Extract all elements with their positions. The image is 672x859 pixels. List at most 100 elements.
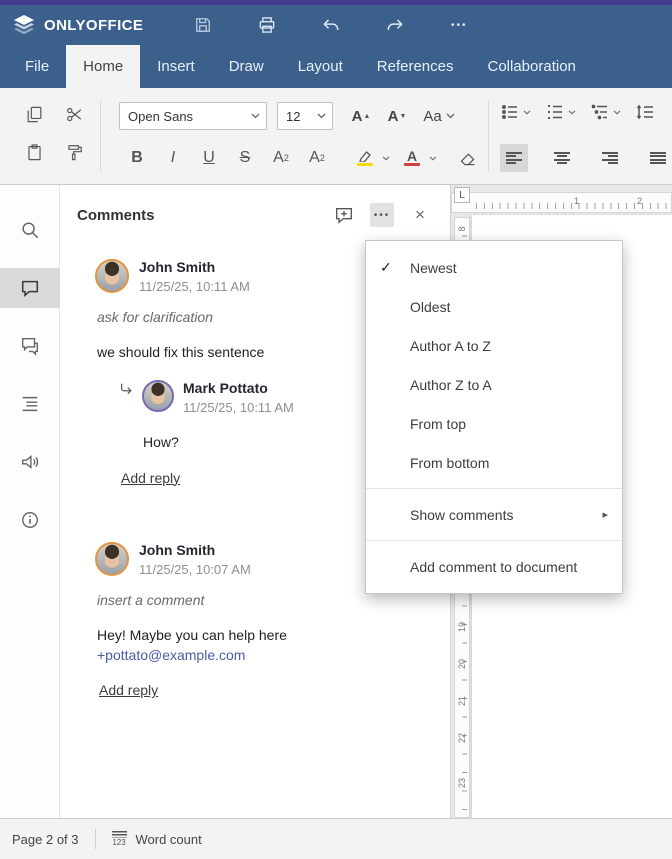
align-left-button[interactable]: [500, 144, 528, 172]
chevron-down-icon: [446, 113, 455, 119]
line-spacing-icon: [636, 104, 653, 120]
clipboard-group: [14, 100, 94, 176]
up-arrow-icon: ▲: [363, 112, 371, 120]
menu-item-author-z-a[interactable]: Author Z to A: [366, 365, 622, 404]
decrease-font-button[interactable]: A ▼: [383, 102, 411, 130]
chat-panel-button[interactable]: [0, 326, 60, 366]
bullets-button[interactable]: [500, 102, 531, 122]
numbered-list-icon: [548, 105, 562, 119]
redo-button[interactable]: [383, 13, 407, 37]
add-comment-icon: [336, 207, 352, 224]
close-panel-button[interactable]: ×: [408, 203, 432, 227]
copy-button[interactable]: [14, 100, 54, 128]
undo-button[interactable]: [319, 13, 343, 37]
tab-home[interactable]: Home: [66, 45, 141, 88]
comments-panel-title: Comments: [77, 206, 155, 224]
chat-icon: [22, 338, 38, 356]
tab-layout[interactable]: Layout: [281, 45, 360, 88]
horizontal-ruler[interactable]: 1 2: [451, 192, 672, 213]
font-name-combo[interactable]: [119, 102, 267, 130]
navigation-panel-button[interactable]: [0, 384, 60, 424]
clear-style-button[interactable]: [453, 144, 481, 172]
menu-item-oldest[interactable]: Oldest: [366, 287, 622, 326]
align-justify-button[interactable]: [644, 144, 672, 172]
mention-link[interactable]: +pottato@example.com: [97, 647, 245, 663]
word-count-label[interactable]: Word count: [136, 832, 202, 847]
line-spacing-button[interactable]: [635, 102, 655, 122]
cut-button[interactable]: [54, 100, 94, 128]
tab-file[interactable]: File: [8, 45, 66, 88]
chevron-down-icon[interactable]: [382, 155, 390, 161]
menu-item-author-a-z[interactable]: Author A to Z: [366, 326, 622, 365]
chevron-down-icon[interactable]: [251, 113, 260, 119]
menu-separator: [366, 540, 622, 541]
chevron-down-icon[interactable]: [429, 155, 437, 161]
comment-author: John Smith: [139, 259, 216, 275]
tab-draw[interactable]: Draw: [212, 45, 281, 88]
add-reply-link[interactable]: Add reply: [99, 682, 158, 698]
underline-button[interactable]: U: [195, 144, 223, 172]
reply-author: Mark Pottato: [183, 380, 268, 397]
menu-item-from-top[interactable]: From top: [366, 404, 622, 443]
search-icon: [22, 222, 39, 239]
menu-item-from-bottom[interactable]: From bottom: [366, 443, 622, 482]
highlight-color-button[interactable]: [351, 144, 390, 172]
comments-sort-button[interactable]: •••: [370, 203, 394, 227]
print-button[interactable]: [255, 13, 279, 37]
app-window: ONLYOFFICE ••• File Home Insert Draw Lay…: [0, 0, 672, 859]
ruler-number: 20: [457, 659, 467, 670]
numbering-button[interactable]: [545, 102, 576, 122]
print-icon: [259, 17, 275, 33]
menu-item-show-comments[interactable]: Show comments ▸: [366, 495, 622, 534]
font-color-button[interactable]: A: [398, 144, 437, 172]
font-size-input[interactable]: [286, 108, 313, 124]
strikethrough-button[interactable]: S: [231, 144, 259, 172]
italic-button[interactable]: I: [159, 144, 187, 172]
font-name-input[interactable]: [128, 108, 247, 124]
change-case-button[interactable]: Aa: [417, 102, 461, 130]
ruler-number: 19: [457, 622, 467, 633]
comment-timestamp: 11/25/25, 10:11 AM: [139, 279, 250, 294]
add-reply-link[interactable]: Add reply: [121, 470, 180, 486]
tab-insert[interactable]: Insert: [140, 45, 212, 88]
word-count-icon[interactable]: 123: [111, 831, 127, 847]
align-center-button[interactable]: [548, 144, 576, 172]
paste-button[interactable]: [14, 138, 54, 166]
multilevel-list-button[interactable]: [590, 102, 621, 122]
page-indicator[interactable]: Page 2 of 3: [12, 832, 79, 847]
avatar: [95, 541, 129, 576]
align-left-icon: [506, 151, 522, 165]
copy-style-button[interactable]: [54, 138, 94, 166]
more-dots-icon: •••: [373, 209, 391, 221]
add-comment-button[interactable]: [332, 203, 356, 227]
align-right-button[interactable]: [596, 144, 624, 172]
reply-arrow-icon: [121, 384, 132, 395]
superscript-button[interactable]: A2: [267, 144, 295, 172]
subscript-button[interactable]: A2: [303, 144, 331, 172]
about-panel-button[interactable]: [0, 500, 60, 540]
font-size-combo[interactable]: [277, 102, 333, 130]
ruler-number: 23: [457, 778, 467, 789]
comments-panel-button[interactable]: [0, 268, 60, 308]
close-icon: ×: [415, 205, 425, 224]
menu-separator: [366, 488, 622, 489]
tab-collaboration[interactable]: Collaboration: [470, 45, 592, 88]
menu-item-add-comment-to-document[interactable]: Add comment to document: [366, 547, 622, 586]
titlebar-quick-actions: •••: [191, 13, 471, 37]
search-panel-button[interactable]: [0, 210, 60, 250]
titlebar-more-button[interactable]: •••: [447, 13, 471, 37]
font-color-swatch: [404, 163, 420, 166]
increase-font-button[interactable]: A ▲: [347, 102, 375, 130]
tab-stop-selector[interactable]: L: [454, 187, 470, 203]
comment-icon: [21, 280, 39, 297]
chevron-down-icon[interactable]: [317, 113, 326, 119]
comment-author: John Smith: [139, 541, 216, 558]
save-button[interactable]: [191, 13, 215, 37]
bold-button[interactable]: B: [123, 144, 151, 172]
avatar: [142, 380, 174, 413]
feedback-panel-button[interactable]: [0, 442, 60, 482]
save-icon: [196, 18, 211, 32]
ruler-number: 22: [457, 733, 467, 744]
menu-item-newest[interactable]: ✓ Newest: [366, 248, 622, 287]
tab-references[interactable]: References: [360, 45, 471, 88]
